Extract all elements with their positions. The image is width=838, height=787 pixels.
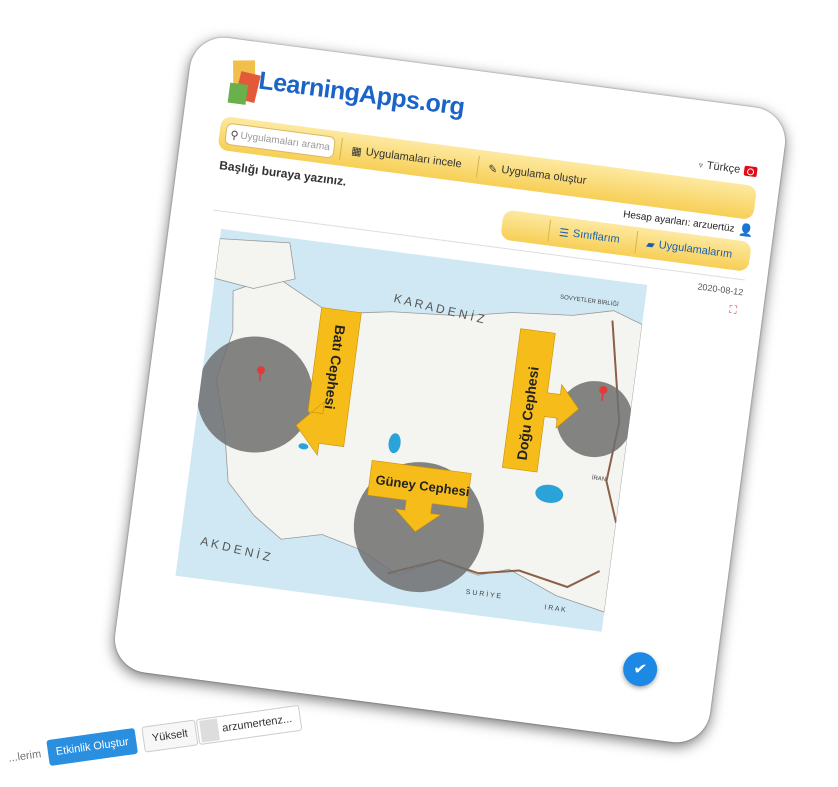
search-placeholder: Uygulamaları arama [239,130,331,153]
profile-name: arzumertenz... [221,712,293,735]
avatar [199,718,220,743]
my-items-link[interactable]: ...lerim [0,740,51,773]
screenshot-stage: LearningApps.org ▿ Türkçe ⚲ Uygulamaları… [0,0,838,787]
turkey-fronts-map: K A R A D E N İ Z A K D E N İ Z S U R İ … [175,228,648,632]
create-activity-button[interactable]: Etkinlik Oluştur [46,727,139,767]
browse-apps-link[interactable]: ▦ Uygulamaları incele [339,137,473,177]
app-date: 2020-08-12 [696,281,744,298]
grid-icon: ▦ [350,144,363,158]
my-classes-label: Sınıflarım [572,227,621,246]
my-apps-label: Uygulamalarım [657,239,733,261]
bottom-toolbar: ...lerim Etkinlik Oluştur Yükselt arzume… [0,682,325,787]
user-icon: 👤 [737,222,755,239]
upgrade-button[interactable]: Yükselt [141,719,199,753]
pencil-icon: ✎ [487,162,499,176]
browse-apps-label: Uygulamaları incele [364,146,463,171]
folder-icon: ▰ [645,237,656,251]
language-selector[interactable]: ▿ Türkçe [698,159,758,179]
create-app-link[interactable]: ✎ Uygulama oluştur [475,155,598,194]
fullscreen-icon[interactable]: ⛶ [728,304,737,318]
caret-down-icon: ▿ [698,160,704,170]
logo-text: LearningApps.org [256,66,467,122]
my-apps-link[interactable]: ▰ Uygulamalarım [634,231,744,267]
profile-button[interactable]: arzumertenz... [195,704,303,746]
turkey-flag-icon [743,165,758,178]
search-input[interactable]: ⚲ Uygulamaları arama [224,122,337,159]
language-label: Türkçe [706,159,741,176]
list-icon: ☰ [558,226,570,240]
create-app-label: Uygulama oluştur [500,163,588,187]
search-icon: ⚲ [229,128,240,142]
check-icon: ✔ [632,660,648,680]
learningapps-card: LearningApps.org ▿ Türkçe ⚲ Uygulamaları… [110,33,790,747]
my-classes-link[interactable]: ☰ Sınıflarım [546,219,631,253]
check-action-button[interactable]: ✔ [621,650,660,689]
